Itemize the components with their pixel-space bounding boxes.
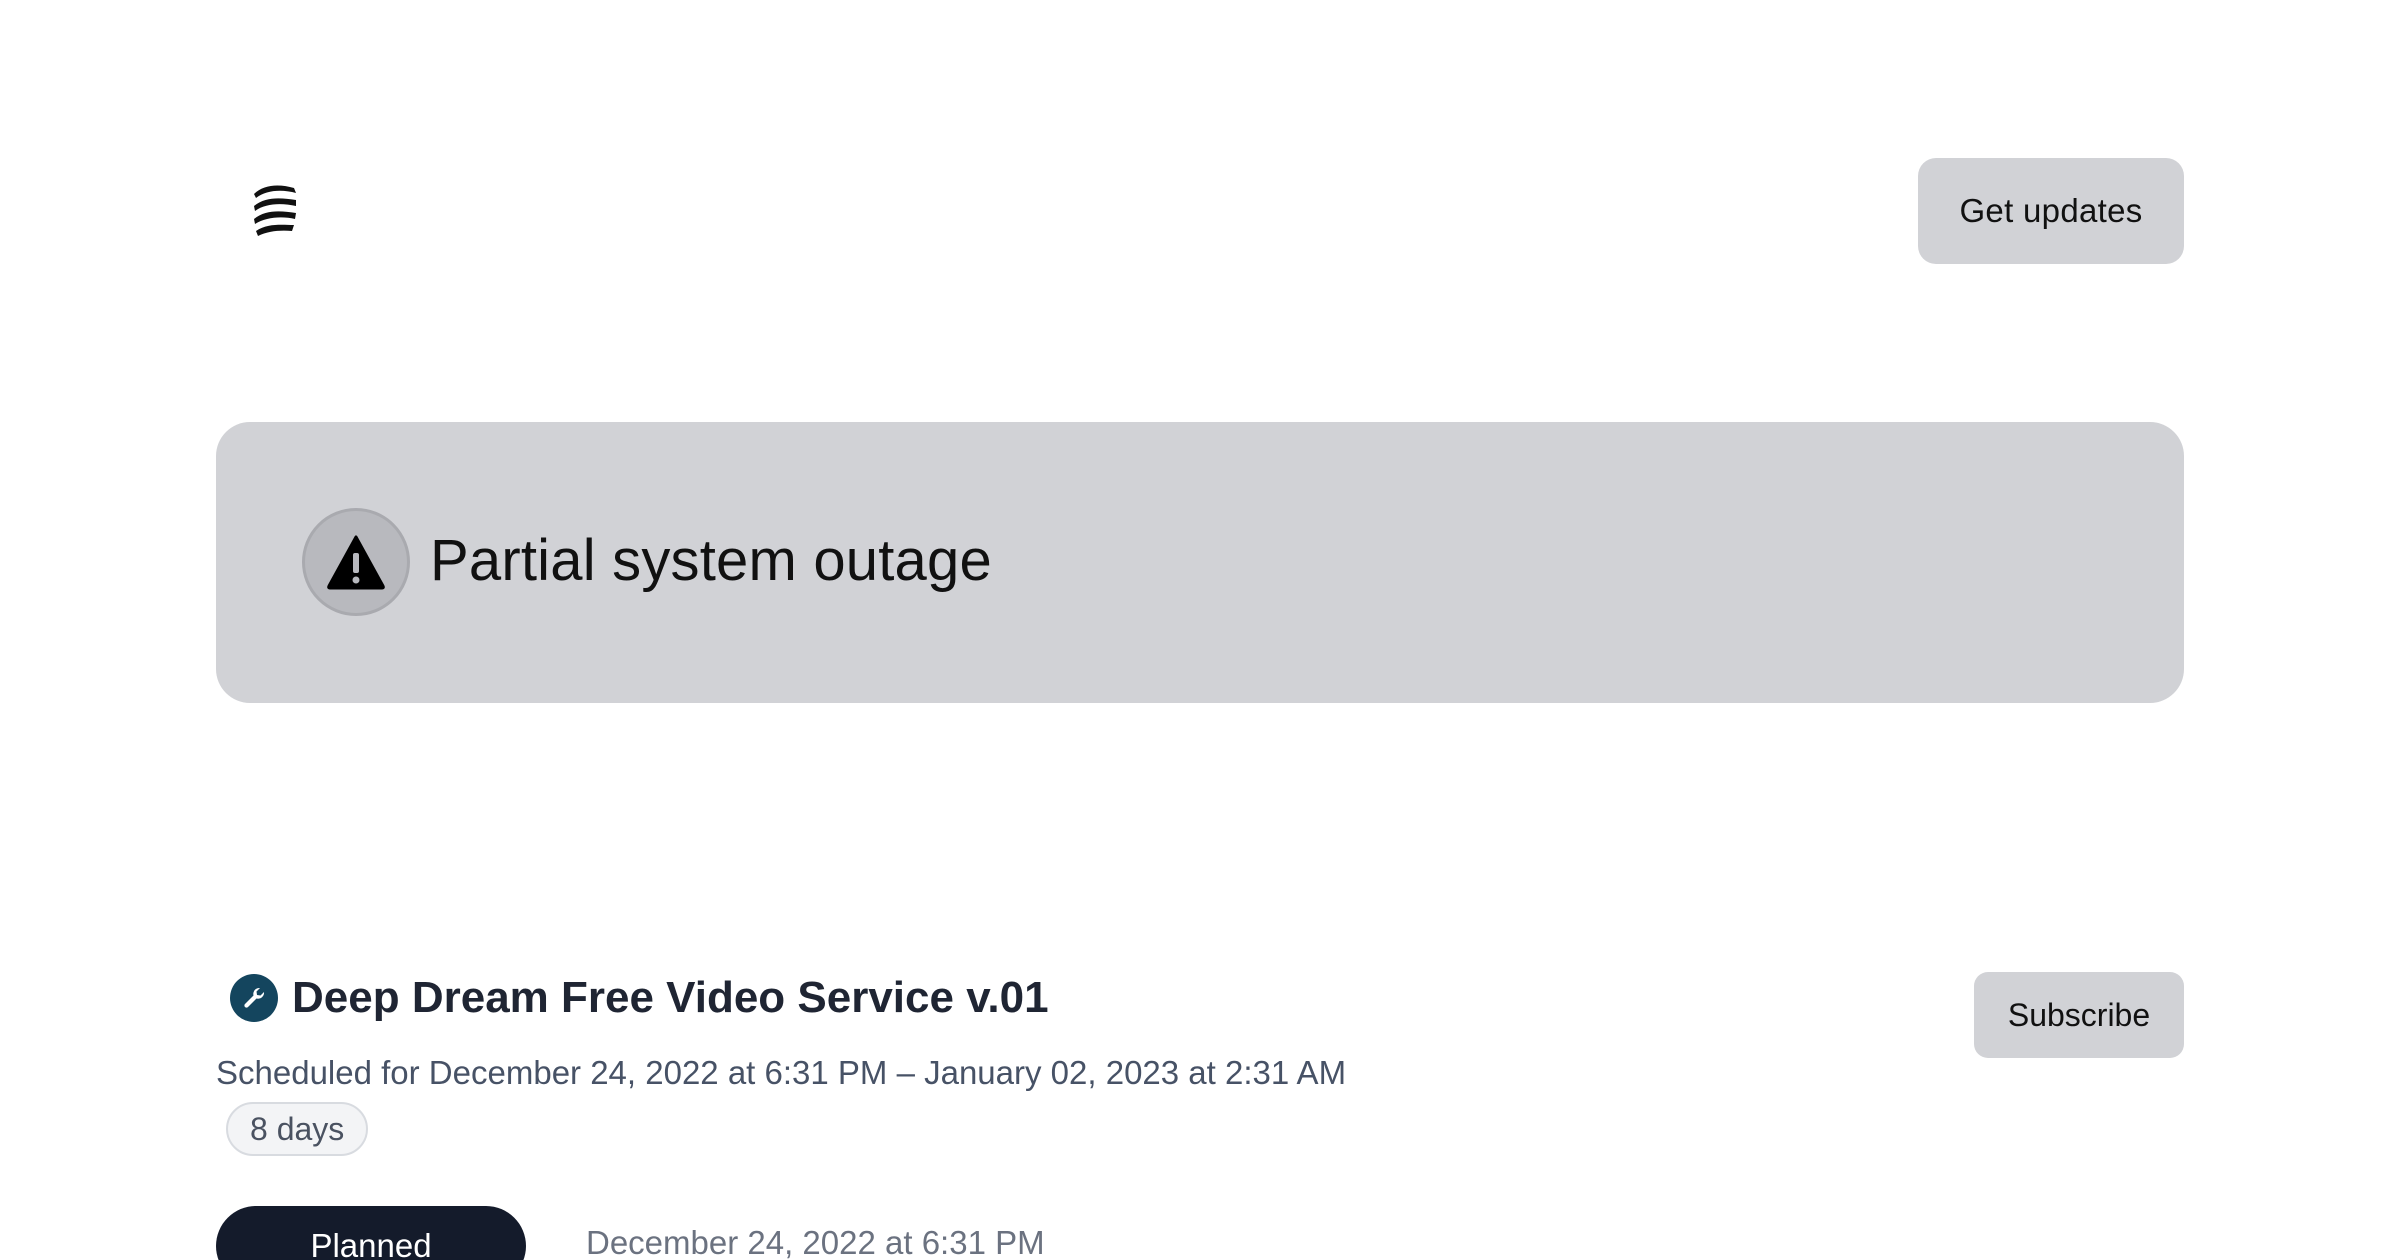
maintenance-title-row: Deep Dream Free Video Service v.01 — [230, 970, 1049, 1026]
duration-badge: 8 days — [226, 1102, 369, 1156]
header: Get updates — [216, 158, 2184, 264]
status-pill-planned: Planned — [216, 1206, 526, 1260]
subscribe-button[interactable]: Subscribe — [1974, 972, 2184, 1058]
warning-triangle-icon — [327, 535, 385, 590]
warning-icon-badge — [302, 508, 410, 616]
system-status-text: Partial system outage — [430, 528, 992, 593]
logo[interactable] — [250, 182, 300, 238]
update-timestamp: December 24, 2022 at 6:31 PM — [586, 1224, 1045, 1260]
get-updates-button[interactable]: Get updates — [1918, 158, 2184, 264]
maintenance-title[interactable]: Deep Dream Free Video Service v.01 — [292, 970, 1049, 1026]
maintenance-schedule: Scheduled for December 24, 2022 at 6:31 … — [216, 1054, 1347, 1091]
stacked-waves-logo-icon — [254, 185, 296, 236]
wrench-icon — [230, 974, 278, 1022]
system-status-banner: Partial system outage — [216, 422, 2184, 703]
status-page: Get updates Partial system outage Deep D… — [0, 0, 2400, 1260]
